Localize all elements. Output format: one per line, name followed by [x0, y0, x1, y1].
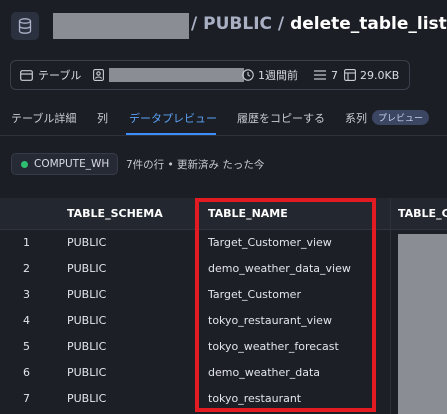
warehouse-selector[interactable]: COMPUTE_WH — [11, 153, 119, 175]
row-number: 5 — [23, 340, 30, 353]
warehouse-name: COMPUTE_WH — [34, 158, 110, 170]
page-title: delete_table_list — [290, 14, 447, 34]
meta-rows-value: 7 — [331, 68, 338, 82]
meta-updated-value: 1週間前 — [258, 69, 298, 82]
cell-schema: PUBLIC — [67, 314, 107, 327]
breadcrumb-separator: / — [277, 14, 285, 34]
tab-bar: テーブル詳細 列 データプレビュー 履歴をコピーする 系列 プレビュー — [0, 104, 447, 136]
row-number: 2 — [23, 262, 30, 275]
cell-schema: PUBLIC — [67, 340, 107, 353]
warehouse-status-dot — [21, 160, 28, 168]
meta-type: テーブル — [20, 61, 81, 89]
preview-badge: プレビュー — [372, 110, 430, 125]
redacted-database-name — [53, 13, 189, 39]
row-number: 6 — [23, 366, 30, 379]
breadcrumb-separator: / — [191, 14, 198, 34]
database-icon — [11, 12, 39, 40]
meta-rows: 7 — [314, 61, 338, 89]
cell-schema: PUBLIC — [67, 366, 107, 379]
tab-copy-history[interactable]: 履歴をコピーする — [237, 110, 325, 126]
row-number: 3 — [23, 288, 30, 301]
table-meta-bar: テーブル 1週間前 7 29.0KB — [10, 60, 410, 90]
row-count-status: 7件の行 • 更新済み たった今 — [126, 159, 265, 171]
meta-size: 29.0KB — [344, 61, 399, 89]
meta-type-label: テーブル — [38, 69, 82, 82]
tab-columns[interactable]: 列 — [97, 110, 108, 126]
active-tab-indicator — [126, 133, 216, 135]
header: / PUBLIC / delete_table_list — [0, 0, 447, 56]
tab-data-preview[interactable]: データプレビュー — [129, 110, 217, 126]
cell-schema: PUBLIC — [67, 236, 107, 249]
cell-schema: PUBLIC — [67, 392, 107, 405]
highlight-box — [195, 198, 376, 412]
redacted-owner — [109, 68, 244, 82]
clock-icon — [242, 69, 254, 81]
column-header-table-catalog[interactable]: TABLE_C — [398, 207, 447, 220]
tab-table-details[interactable]: テーブル詳細 — [11, 110, 76, 126]
row-number: 7 — [23, 392, 30, 405]
size-icon — [344, 69, 356, 81]
owner-icon — [93, 61, 104, 89]
breadcrumb: / PUBLIC / delete_table_list — [191, 14, 447, 34]
tab-lineage[interactable]: 系列 プレビュー — [345, 110, 430, 126]
row-number: 1 — [23, 236, 30, 249]
table-icon — [20, 69, 33, 81]
column-header-table-schema[interactable]: TABLE_SCHEMA — [67, 207, 163, 220]
row-number: 4 — [23, 314, 30, 327]
cell-schema: PUBLIC — [67, 288, 107, 301]
breadcrumb-schema[interactable]: PUBLIC — [203, 14, 272, 34]
cell-schema: PUBLIC — [67, 262, 107, 275]
tab-lineage-label: 系列 — [345, 112, 367, 125]
redacted-column-values — [398, 234, 447, 414]
rows-icon — [314, 70, 326, 80]
meta-updated: 1週間前 — [242, 61, 298, 89]
meta-size-value: 29.0KB — [360, 68, 400, 82]
